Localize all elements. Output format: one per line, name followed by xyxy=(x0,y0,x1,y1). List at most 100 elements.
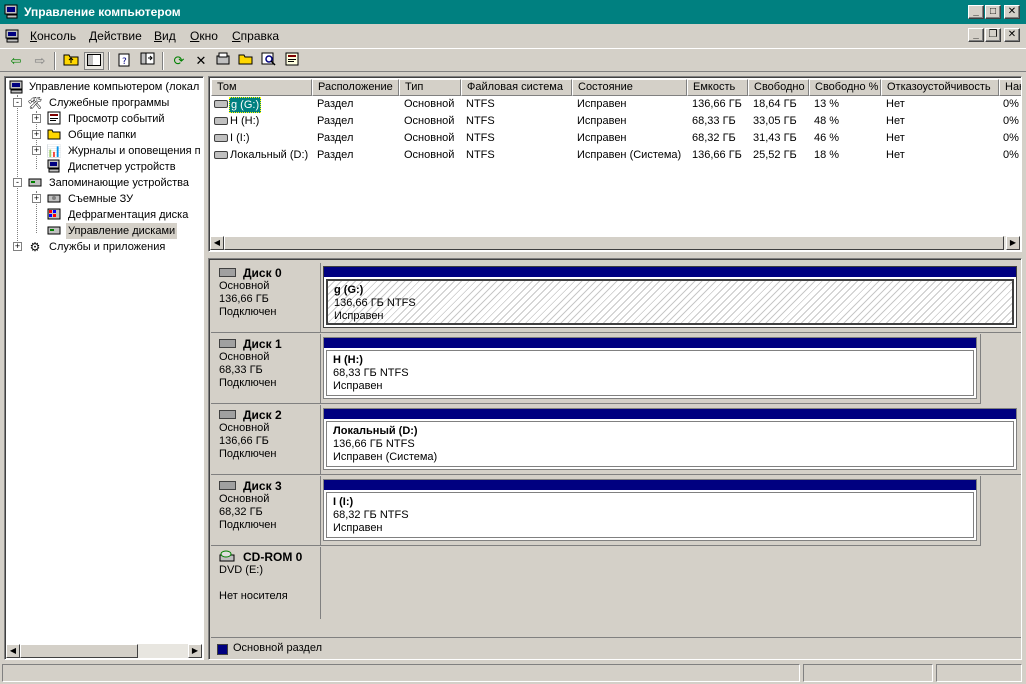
tree-item-defragmenter[interactable]: Дефрагментация диска xyxy=(5,207,201,223)
cdrom-row[interactable]: CD-ROM 0 DVD (E:) Нет носителя xyxy=(211,547,1021,619)
volume-row[interactable]: Локальный (D:) Раздел Основной NTFS Испр… xyxy=(211,147,1021,164)
legend: Основной раздел xyxy=(211,637,1021,659)
export-list-icon[interactable] xyxy=(138,52,158,70)
disk-graphical-view[interactable]: Диск 0 Основной 136,66 ГБ Подключен g (G… xyxy=(208,258,1022,660)
tree-item-logs-alerts[interactable]: + 📊 Журналы и оповещения п xyxy=(5,143,201,159)
volume-row[interactable]: H (H:) Раздел Основной NTFS Исправен 68,… xyxy=(211,113,1021,130)
partition-block[interactable]: I (I:) 68,32 ГБ NTFS Исправен xyxy=(323,479,977,541)
window-title: Управление компьютером xyxy=(24,5,181,19)
column-file-system[interactable]: Файловая система xyxy=(461,79,572,96)
disk-row[interactable]: Диск 3 Основной 68,32 ГБ Подключен I (I:… xyxy=(211,476,1021,546)
column-status[interactable]: Состояние xyxy=(572,79,687,96)
disk-info[interactable]: Диск 0 Основной 136,66 ГБ Подключен xyxy=(211,263,321,333)
tree-root[interactable]: Управление компьютером (локал xyxy=(7,79,203,95)
menu-view[interactable]: Вид xyxy=(154,29,176,43)
search-icon[interactable] xyxy=(259,52,279,70)
scroll-thumb[interactable] xyxy=(224,236,1004,250)
event-viewer-icon xyxy=(46,111,62,127)
close-button[interactable]: ✕ xyxy=(1004,5,1020,19)
disk-info[interactable]: Диск 3 Основной 68,32 ГБ Подключен xyxy=(211,476,321,546)
menu-console[interactable]: Консоль xyxy=(30,29,76,43)
mdi-minimize-button[interactable]: _ xyxy=(968,28,984,42)
disk-info[interactable]: Диск 2 Основной 136,66 ГБ Подключен xyxy=(211,405,321,475)
volume-name: Локальный (D:) xyxy=(230,149,309,161)
disk-name: Диск 1 xyxy=(243,337,282,351)
device-manager-icon xyxy=(46,159,62,175)
disk-info[interactable]: Диск 1 Основной 68,33 ГБ Подключен xyxy=(211,334,321,404)
scroll-left-icon[interactable]: ◀ xyxy=(6,644,20,658)
scroll-right-icon[interactable]: ▶ xyxy=(188,644,202,658)
volume-row[interactable]: g (G:) Раздел Основной NTFS Исправен 136… xyxy=(211,96,1021,113)
column-layout[interactable]: Расположение xyxy=(312,79,399,96)
expand-icon[interactable]: + xyxy=(32,130,41,139)
partition-label: H (H:) xyxy=(333,354,363,366)
disk-row[interactable]: Диск 1 Основной 68,33 ГБ Подключен H (H:… xyxy=(211,334,1021,404)
console-icon[interactable] xyxy=(5,28,21,44)
tree-item-event-viewer[interactable]: + Просмотр событий xyxy=(5,111,201,127)
help-icon[interactable] xyxy=(283,52,303,70)
expand-icon[interactable]: + xyxy=(13,242,22,251)
disk-row[interactable]: Диск 2 Основной 136,66 ГБ Подключен Лока… xyxy=(211,405,1021,475)
partition-label: Локальный (D:) xyxy=(333,425,418,437)
hard-disk-icon xyxy=(219,410,236,419)
back-icon[interactable]: ⇦ xyxy=(6,52,26,70)
show-hide-tree-icon[interactable] xyxy=(84,52,104,70)
status-panel xyxy=(803,664,933,682)
disk-name: Диск 3 xyxy=(243,479,282,493)
tree-item-shared-folders[interactable]: + Общие папки xyxy=(5,127,201,143)
menu-help[interactable]: Справка xyxy=(232,29,279,43)
volume-list-horizontal-scrollbar[interactable]: ◀ ▶ xyxy=(210,236,1020,250)
forward-icon[interactable]: ⇨ xyxy=(30,52,50,70)
tree-item-services-apps[interactable]: + ⚙ Службы и приложения xyxy=(5,239,201,255)
scroll-thumb[interactable] xyxy=(20,644,138,658)
disk-row[interactable]: Диск 0 Основной 136,66 ГБ Подключен g (G… xyxy=(211,263,1021,333)
partition-block[interactable]: Локальный (D:) 136,66 ГБ NTFS Исправен (… xyxy=(323,408,1017,470)
disk-management-icon xyxy=(46,223,62,239)
scroll-right-icon[interactable]: ▶ xyxy=(1006,236,1020,250)
console-tree[interactable]: Управление компьютером (локал - 🛠 Служеб… xyxy=(4,76,204,660)
column-overhead[interactable]: Нак xyxy=(999,79,1021,96)
properties-icon[interactable]: ? xyxy=(115,52,135,70)
open-icon[interactable] xyxy=(236,52,256,70)
hard-disk-icon xyxy=(219,339,236,348)
tree-item-removable-storage[interactable]: + Съемные ЗУ xyxy=(5,191,201,207)
expand-icon[interactable]: + xyxy=(32,114,41,123)
title-bar[interactable]: Управление компьютером _ □ ✕ xyxy=(0,0,1026,24)
scroll-left-icon[interactable]: ◀ xyxy=(210,236,224,250)
maximize-button[interactable]: □ xyxy=(985,5,1001,19)
delete-icon[interactable]: ✕ xyxy=(191,52,211,70)
disk-properties-icon[interactable] xyxy=(213,52,233,70)
disk-name: Диск 2 xyxy=(243,408,282,422)
menu-action[interactable]: Действие xyxy=(89,29,142,43)
volume-row[interactable]: I (I:) Раздел Основной NTFS Исправен 68,… xyxy=(211,130,1021,147)
tree-item-disk-management[interactable]: Управление дисками xyxy=(5,223,201,239)
cdrom-name: CD-ROM 0 xyxy=(243,550,303,564)
tree-item-system-tools[interactable]: - 🛠 Служебные программы xyxy=(5,95,201,111)
tree-horizontal-scrollbar[interactable]: ◀ ▶ xyxy=(6,644,202,658)
column-type[interactable]: Тип xyxy=(399,79,461,96)
column-fault-tolerance[interactable]: Отказоустойчивость xyxy=(881,79,999,96)
minimize-button[interactable]: _ xyxy=(968,5,984,19)
volume-name: g (G:) xyxy=(229,97,262,113)
expand-icon[interactable]: + xyxy=(32,194,41,203)
tree-item-device-manager[interactable]: Диспетчер устройств xyxy=(5,159,201,175)
removable-storage-icon xyxy=(46,191,62,207)
storage-icon xyxy=(27,175,43,191)
column-free-percent[interactable]: Свободно % xyxy=(809,79,881,96)
menu-window[interactable]: Окно xyxy=(190,29,218,43)
collapse-icon[interactable]: - xyxy=(13,98,22,107)
collapse-icon[interactable]: - xyxy=(13,178,22,187)
cdrom-info[interactable]: CD-ROM 0 DVD (E:) Нет носителя xyxy=(211,547,321,619)
partition-block[interactable]: H (H:) 68,33 ГБ NTFS Исправен xyxy=(323,337,977,399)
volume-list[interactable]: Том Расположение Тип Файловая система Со… xyxy=(208,76,1022,252)
partition-block[interactable]: g (G:) 136,66 ГБ NTFS Исправен xyxy=(323,266,1017,328)
column-capacity[interactable]: Емкость xyxy=(687,79,748,96)
refresh-icon[interactable]: ⟳ xyxy=(169,52,189,70)
tree-item-storage[interactable]: - Запоминающие устройства xyxy=(5,175,201,191)
column-volume[interactable]: Том xyxy=(211,79,312,96)
mdi-close-button[interactable]: ✕ xyxy=(1004,28,1020,42)
mdi-restore-button[interactable]: ❐ xyxy=(985,28,1001,42)
up-folder-icon[interactable] xyxy=(61,52,81,70)
column-free[interactable]: Свободно xyxy=(748,79,809,96)
expand-icon[interactable]: + xyxy=(32,146,41,155)
